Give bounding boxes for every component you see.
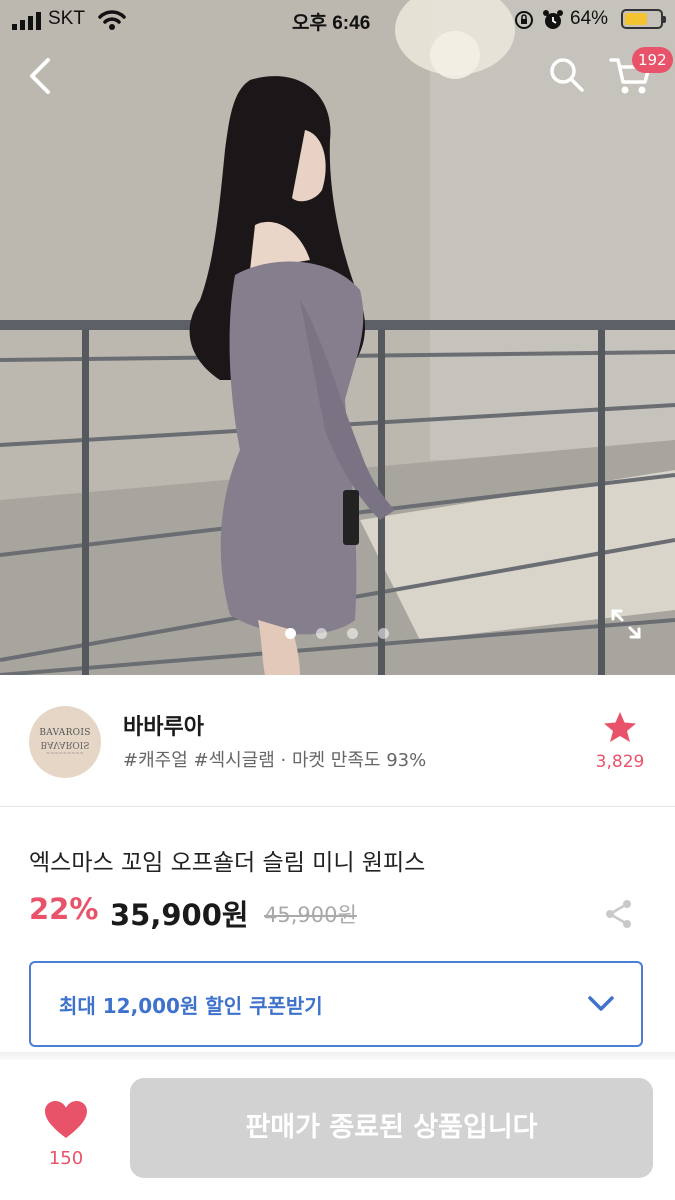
gallery-pagination [285,628,389,639]
sale-price: 35,900원 [110,898,249,932]
like-count: 150 [48,1148,84,1169]
sold-out-button[interactable]: 판매가 종료된 상품입니다 [130,1078,653,1178]
status-bar: SKT 오후 6:46 64% [0,0,675,40]
gallery-dot[interactable] [316,628,327,639]
favorite-count: 3,829 [595,752,645,772]
back-icon[interactable] [26,56,56,96]
shop-logo-text: BAVAROIS [39,727,91,738]
orientation-lock-icon [515,11,533,29]
gallery-dot[interactable] [347,628,358,639]
cart-count-badge: 192 [632,47,673,73]
shop-logo-text-mirror: BAVAROIS [40,738,90,749]
shop-logo[interactable]: BAVAROIS BAVAROIS ~~~~~~~~~ [29,706,101,778]
product-page: SKT 오후 6:46 64% 192 BAVAROIS BAVAROIS ~~… [0,0,675,1200]
search-icon[interactable] [549,57,585,93]
expand-icon[interactable] [609,607,643,641]
section-divider [0,1052,675,1060]
star-icon [604,712,636,742]
shop-logo-script: ~~~~~~~~~ [46,750,84,757]
like-button[interactable] [40,1100,92,1144]
favorite-shop-button[interactable] [595,711,645,747]
alarm-icon [543,10,563,29]
gallery-dot[interactable] [378,628,389,639]
shop-name[interactable]: 바바루아 [123,709,204,741]
product-title: 엑스마스 꼬임 오프숄더 슬림 미니 원피스 [29,850,426,876]
chevron-down-icon [588,996,614,1011]
shop-tags: #캐주얼 #섹시글램 · 마켓 만족도 93% [123,750,427,771]
gallery-dot[interactable] [285,628,296,639]
coupon-label: 최대 12,000원 할인 쿠폰받기 [59,994,323,1018]
heart-icon [45,1101,87,1138]
product-photo [0,0,675,675]
wifi-icon [98,10,126,30]
product-image-gallery[interactable]: SKT 오후 6:46 64% 192 [0,0,675,675]
discount-rate: 22% [29,892,99,926]
original-price: 45,900원 [264,903,357,927]
carrier-label: SKT [48,8,85,29]
battery-percent: 64% [570,8,609,29]
signal-icon [12,12,41,30]
share-icon[interactable] [604,899,634,929]
shop-info-row[interactable]: BAVAROIS BAVAROIS ~~~~~~~~~ 바바루아 #캐주얼 #섹… [0,675,675,807]
battery-fill [625,13,647,25]
battery-icon [621,9,666,29]
coupon-download-button[interactable]: 최대 12,000원 할인 쿠폰받기 [29,961,643,1047]
clock: 오후 6:46 [292,13,371,34]
